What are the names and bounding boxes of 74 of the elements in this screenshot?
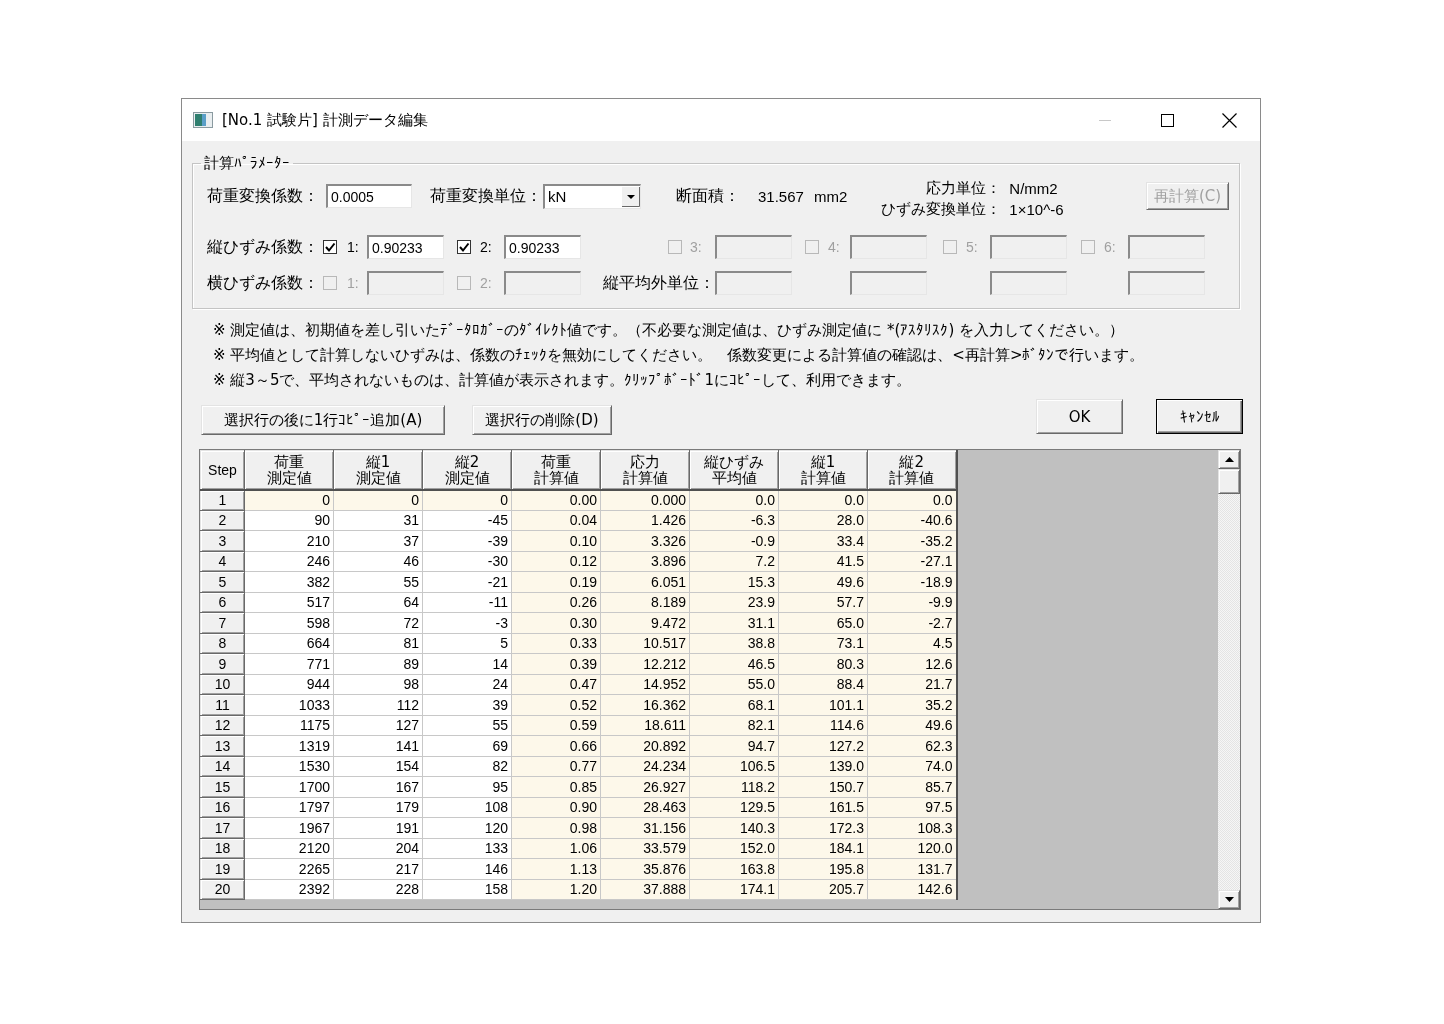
column-header: Step <box>200 450 245 490</box>
row-header[interactable]: 3 <box>200 530 245 551</box>
row-header[interactable]: 9 <box>200 653 245 674</box>
gauge-number-label: 6: <box>1104 239 1116 255</box>
field-label: 荷重変換単位： <box>430 185 543 207</box>
scroll-up-button[interactable] <box>1218 450 1240 469</box>
field-label: 縦ひずみ係数： <box>207 236 319 258</box>
delete-row-button[interactable]: 選択行の削除(D) <box>472 405 612 435</box>
row-header[interactable]: 8 <box>200 633 245 654</box>
gauge-number-label: 2: <box>480 275 492 291</box>
window-title: [No.1 試験片] 計測データ編集 <box>222 110 428 130</box>
column-header: 縦2 測定値 <box>422 450 512 490</box>
copy-row-button[interactable]: 選択行の後に1行ｺﾋﾟｰ追加(A) <box>201 405 445 435</box>
column-header: 縦1 測定値 <box>333 450 423 490</box>
checkbox[interactable] <box>323 240 337 254</box>
row-header[interactable]: 14 <box>200 756 245 777</box>
field-label: 縦平均外単位： <box>603 272 715 294</box>
row-header[interactable]: 16 <box>200 797 245 818</box>
note-text: ※ 測定値は、初期値を差し引いたﾃﾞｰﾀﾛｶﾞｰのﾀﾞｲﾚｸﾄ値です。（不必要な測定値は、ひずみ測定値に *(ｱｽﾀﾘｽｸ) を入力してください。） <box>213 320 1126 341</box>
row-header[interactable]: 19 <box>200 858 245 879</box>
unit-value: 1×10^-6 <box>1009 200 1064 218</box>
caret-down-icon <box>1224 897 1234 902</box>
column-header: 縦2 計算値 <box>867 450 957 490</box>
row-header[interactable]: 4 <box>200 551 245 572</box>
gauge-number-label: 3: <box>690 239 702 255</box>
row-header[interactable]: 15 <box>200 776 245 797</box>
column-header: 縦1 計算値 <box>778 450 868 490</box>
field-label: ひずみ変換単位： <box>881 199 1002 219</box>
row-header[interactable]: 20 <box>200 879 245 900</box>
row-header[interactable]: 11 <box>200 694 245 715</box>
maximize-icon <box>1160 113 1174 127</box>
ok-button[interactable]: OK <box>1036 399 1123 434</box>
field-label: 応力単位： <box>926 178 1002 198</box>
group-title: 計算ﾊﾟﾗﾒｰﾀｰ <box>203 154 291 172</box>
note-text: ※ 平均値として計算しないひずみは、係数のﾁｪｯｸを無効にしてください。 係数変更による計算値の確認は、<再計算>ﾎﾞﾀﾝで行います。 <box>213 345 1146 366</box>
window-icon <box>193 112 213 128</box>
column-header: 荷重 測定値 <box>244 450 334 490</box>
unit-dropdown[interactable]: kN <box>543 183 641 209</box>
input-field[interactable]: 0.90233 <box>367 235 444 259</box>
unit-value: N/mm2 <box>1009 179 1059 197</box>
unit-label: mm2 <box>814 187 848 205</box>
checkbox[interactable] <box>457 240 471 254</box>
row-header[interactable]: 7 <box>200 612 245 633</box>
column-header: 応力 計算値 <box>600 450 690 490</box>
cancel-button[interactable]: ｷｬﾝｾﾙ <box>1156 399 1243 434</box>
row-header[interactable]: 12 <box>200 715 245 736</box>
field-label: 荷重変換係数： <box>207 185 320 207</box>
column-header: 縦ひずみ 平均値 <box>689 450 779 490</box>
scrollbar-thumb[interactable] <box>1218 469 1240 494</box>
row-header[interactable]: 18 <box>200 838 245 859</box>
caret-up-icon <box>1224 457 1234 462</box>
close-icon <box>1221 112 1237 128</box>
row-header[interactable]: 13 <box>200 735 245 756</box>
row-header[interactable]: 2 <box>200 510 245 531</box>
area-value: 31.567 <box>758 187 805 205</box>
input-field[interactable]: 0.90233 <box>504 235 581 259</box>
field-label: 断面積： <box>676 185 741 207</box>
column-header: 荷重 計算値 <box>511 450 601 490</box>
gauge-number-label: 1: <box>347 275 359 291</box>
row-header[interactable]: 10 <box>200 674 245 695</box>
gauge-number-label: 4: <box>828 239 840 255</box>
row-header[interactable]: 17 <box>200 817 245 838</box>
minimize-icon <box>1099 119 1111 121</box>
row-header[interactable]: 1 <box>200 489 245 510</box>
caret-down-icon <box>622 186 640 207</box>
gauge-number-label: 5: <box>966 239 978 255</box>
row-header[interactable]: 6 <box>200 592 245 613</box>
scroll-down-button[interactable] <box>1218 890 1240 909</box>
gauge-number-label: 1: <box>347 239 359 255</box>
note-text: ※ 縦3～5で、平均されないものは、計算値が表示されます。ｸﾘｯﾌﾟﾎﾞｰﾄﾞ1にｺﾋﾟｰして、利用できます。 <box>213 370 912 391</box>
row-header[interactable]: 5 <box>200 571 245 592</box>
field-label: 横ひずみ係数： <box>207 272 319 294</box>
gauge-number-label: 2: <box>480 239 492 255</box>
input-field[interactable]: 0.0005 <box>326 184 412 208</box>
